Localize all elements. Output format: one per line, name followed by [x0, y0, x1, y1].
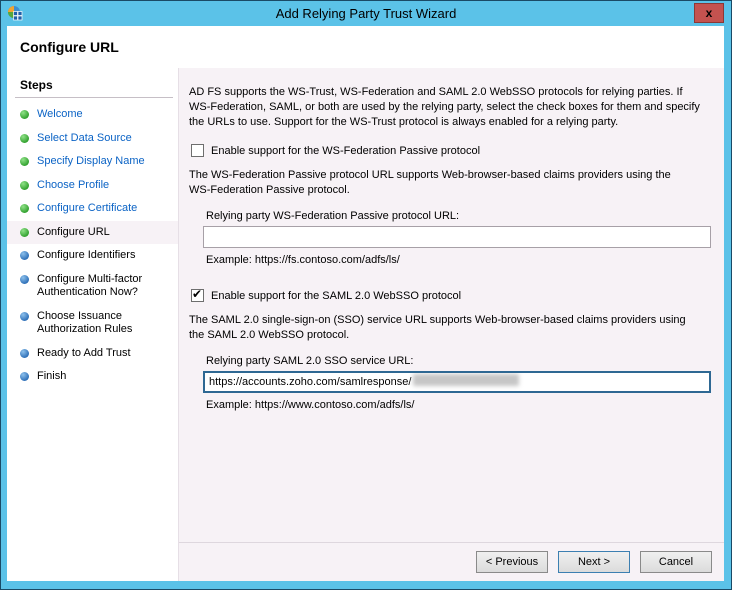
- sidebar-item-configure-url[interactable]: Configure URL: [7, 220, 178, 244]
- wsfed-example-text: Example: https://fs.contoso.com/adfs/ls/: [206, 254, 400, 266]
- intro-text: AD FS supports the WS-Trust, WS-Federati…: [189, 86, 700, 128]
- wizard-window: Add Relying Party Trust Wizard x Configu…: [0, 0, 732, 590]
- wsfed-checkbox-row: Enable support for the WS-Federation Pas…: [191, 144, 724, 157]
- step-status-icon: [20, 157, 29, 166]
- sidebar-item-choose-issuance-rules: Choose Issuance Authorization Rules: [7, 305, 178, 342]
- button-bar: < Previous Next > Cancel: [179, 542, 724, 581]
- steps-heading: Steps: [20, 78, 53, 92]
- step-status-icon: [20, 133, 29, 143]
- adfs-app-icon: [7, 5, 23, 21]
- sidebar-item-choose-profile[interactable]: Choose Profile: [7, 174, 178, 198]
- sidebar-item-specify-display-name[interactable]: Specify Display Name: [7, 150, 178, 174]
- saml-url-value: https://accounts.zoho.com/samlresponse/: [209, 376, 412, 388]
- sidebar-item-select-data-source[interactable]: Select Data Source: [7, 127, 178, 151]
- cancel-button[interactable]: Cancel: [640, 551, 712, 573]
- titlebar: Add Relying Party Trust Wizard x: [1, 1, 731, 26]
- wsfed-checkbox[interactable]: [191, 144, 204, 157]
- saml-description: The SAML 2.0 single-sign-on (SSO) servic…: [189, 314, 686, 341]
- page-header: Configure URL: [7, 26, 724, 68]
- sidebar-item-configure-identifiers: Configure Identifiers: [7, 244, 178, 268]
- check-icon: ✔: [192, 287, 203, 301]
- close-button[interactable]: x: [694, 3, 724, 23]
- saml-url-label: Relying party SAML 2.0 SSO service URL:: [206, 355, 414, 367]
- steps-divider: [15, 97, 173, 98]
- wsfed-checkbox-label[interactable]: Enable support for the WS-Federation Pas…: [211, 145, 480, 157]
- sidebar-item-configure-certificate[interactable]: Configure Certificate: [7, 197, 178, 221]
- saml-example-text: Example: https://www.contoso.com/adfs/ls…: [206, 399, 415, 411]
- saml-checkbox-label[interactable]: Enable support for the SAML 2.0 WebSSO p…: [211, 290, 461, 302]
- sidebar-item-configure-mfa: Configure Multi-factor Authentication No…: [7, 268, 178, 305]
- saml-url-input[interactable]: https://accounts.zoho.com/samlresponse/: [203, 371, 711, 393]
- step-status-icon: [20, 110, 29, 119]
- previous-button[interactable]: < Previous: [476, 551, 548, 573]
- sidebar-item-welcome[interactable]: Welcome: [7, 103, 178, 127]
- redacted-text: [413, 374, 520, 386]
- dialog-surface: Configure URL Steps Welcome Select Data …: [7, 26, 724, 581]
- saml-checkbox[interactable]: ✔: [191, 287, 204, 302]
- step-status-icon: [20, 227, 29, 237]
- step-status-icon: [20, 348, 29, 358]
- wsfed-description: The WS-Federation Passive protocol URL s…: [189, 169, 671, 196]
- steps-sidebar: Steps Welcome Select Data Source Specify…: [7, 68, 178, 581]
- step-status-icon: [20, 274, 29, 284]
- step-status-icon: [20, 372, 29, 381]
- steps-list: Welcome Select Data Source Specify Displ…: [7, 103, 178, 389]
- step-status-icon: [20, 180, 29, 190]
- next-button[interactable]: Next >: [558, 551, 630, 573]
- step-status-icon: [20, 251, 29, 260]
- step-status-icon: [20, 311, 29, 321]
- sidebar-item-finish: Finish: [7, 365, 178, 389]
- wsfed-url-label: Relying party WS-Federation Passive prot…: [206, 210, 460, 222]
- step-status-icon: [20, 204, 29, 213]
- wizard-content: AD FS supports the WS-Trust, WS-Federati…: [178, 68, 724, 581]
- window-title: Add Relying Party Trust Wizard: [275, 6, 457, 21]
- sidebar-item-ready-to-add-trust: Ready to Add Trust: [7, 342, 178, 366]
- saml-checkbox-row: ✔ Enable support for the SAML 2.0 WebSSO…: [191, 287, 724, 302]
- wsfed-url-input[interactable]: [203, 226, 711, 248]
- page-title: Configure URL: [20, 39, 119, 55]
